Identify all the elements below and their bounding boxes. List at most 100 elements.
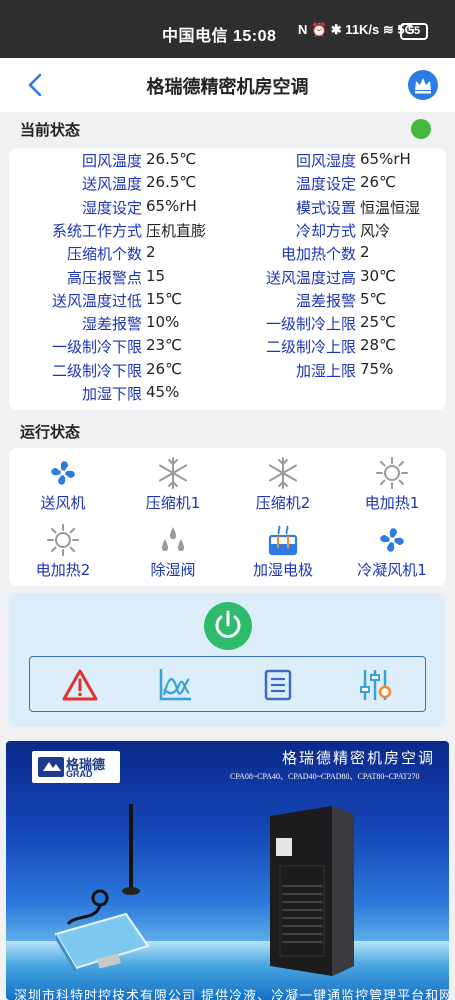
parameter-label: 二级制冷上限 — [265, 338, 356, 357]
parameter-value: 2 — [146, 243, 156, 262]
run-status-label: 送风机 — [40, 494, 86, 512]
parameter-label: 二级制冷下限 — [51, 361, 142, 380]
online-status-indicator — [411, 119, 431, 139]
run-status-label: 加湿电极 — [252, 561, 313, 579]
power-button[interactable] — [204, 602, 252, 650]
chart-icon[interactable] — [155, 665, 195, 705]
parameter-row: 一级制冷下限 23℃ 二级制冷上限 28℃ — [9, 336, 446, 359]
gateway-device-image — [54, 804, 150, 971]
parameter-value: 15 — [146, 266, 166, 285]
status-icons: N ⏰ ✱ 11K/s ≋ 5G — [298, 22, 415, 37]
banner-models: CPA08~CPA40、CPAD40~CPAD80、CPAT80~CPAT270 — [230, 772, 420, 781]
parameter-label: 回风温度 — [81, 152, 142, 170]
parameter-row: 湿度设定 65%rH 模式设置 恒温恒湿 — [9, 197, 446, 220]
parameter-value: 压机直膨 — [146, 221, 207, 240]
parameter-row: 湿差报警 10% 一级制冷上限 25℃ — [9, 313, 446, 336]
settings-sliders-icon[interactable] — [355, 665, 395, 705]
parameter-value: 26℃ — [360, 173, 396, 192]
run-status-item: 送风机 — [13, 456, 113, 513]
run-status-label: 压缩机2 — [255, 494, 311, 512]
parameter-value: 75% — [360, 359, 394, 378]
alarm-icon[interactable] — [60, 665, 100, 705]
parameter-row: 加湿下限 45% — [9, 383, 446, 406]
parameter-label: 高压报警点 — [66, 268, 142, 287]
vip-crown-button[interactable] — [408, 70, 438, 100]
humidifier-icon — [268, 525, 298, 556]
parameter-label: 送风温度过低 — [51, 291, 142, 310]
parameter-value: 26℃ — [146, 359, 182, 378]
run-status-item: 除湿阀 — [123, 523, 223, 580]
control-panel — [9, 593, 446, 727]
page-title: 格瑞德精密机房空调 — [146, 77, 309, 98]
parameter-row: 二级制冷下限 26℃ 加湿上限 75% — [9, 360, 446, 383]
run-status-label: 除湿阀 — [150, 561, 196, 579]
parameter-label: 温差报警 — [295, 291, 356, 310]
carrier-time: 中国电信 15:08 — [162, 28, 277, 45]
parameter-label: 系统工作方式 — [51, 221, 142, 240]
parameter-value: 45% — [146, 383, 180, 401]
parameter-row: 回风温度 26.5℃ 回风湿度 65%rH — [9, 150, 446, 173]
run-status-label: 冷凝风机1 — [357, 561, 427, 579]
droplets-icon — [162, 527, 184, 551]
parameter-label: 湿度设定 — [81, 198, 142, 217]
run-status-label: 电加热2 — [35, 561, 91, 579]
parameter-row: 压缩机个数 2 电加热个数 2 — [9, 243, 446, 266]
parameter-label: 压缩机个数 — [66, 245, 142, 264]
run-status-item: 冷凝风机1 — [342, 523, 442, 580]
parameter-label: 电加热个数 — [280, 245, 356, 264]
current-status-heading: 当前状态 — [20, 121, 81, 139]
parameter-value: 23℃ — [146, 336, 182, 355]
run-status-item: 压缩机1 — [123, 456, 223, 513]
parameter-label: 一级制冷下限 — [51, 338, 142, 357]
parameter-label: 回风湿度 — [295, 152, 356, 170]
app-header: 格瑞德精密机房空调 — [0, 58, 455, 112]
run-status-item: 电加热2 — [13, 523, 113, 580]
parameter-label: 送风温度过高 — [265, 268, 356, 287]
parameter-label: 湿差报警 — [81, 315, 142, 334]
parameter-row: 送风温度过低 15℃ 温差报警 5℃ — [9, 290, 446, 313]
parameter-value: 风冷 — [360, 221, 391, 240]
sun-icon — [376, 457, 408, 489]
snowflake-icon — [159, 457, 187, 489]
fan-icon — [380, 528, 404, 552]
parameter-value: 2 — [360, 243, 370, 262]
crown-icon — [415, 78, 431, 94]
fan-icon — [51, 461, 75, 485]
air-conditioner-cabinet-image — [270, 806, 354, 976]
parameter-value: 30℃ — [360, 266, 396, 285]
function-toolbar — [29, 656, 426, 712]
system-status-bar: 中国电信 15:08 N ⏰ ✱ 11K/s ≋ 5G 55 — [0, 0, 455, 58]
parameter-value: 65%rH — [360, 150, 411, 168]
parameter-row: 高压报警点 15 送风温度过高 30℃ — [9, 267, 446, 290]
parameter-value: 26.5℃ — [146, 150, 197, 168]
brand-logo-subtext: GRAD — [66, 769, 93, 779]
run-status-card: 送风机 压缩机1 压缩机2 电加热1 电加热2 除湿阀 加湿电极 冷凝风机1 — [9, 448, 446, 586]
parameter-label: 冷却方式 — [295, 221, 356, 240]
parameter-value: 10% — [146, 313, 180, 332]
parameter-label: 温度设定 — [295, 175, 356, 194]
run-status-label: 电加热1 — [364, 494, 420, 512]
parameter-label: 加湿上限 — [295, 361, 356, 380]
parameter-value: 15℃ — [146, 289, 182, 308]
parameter-label: 加湿下限 — [81, 385, 142, 403]
run-status-item: 压缩机2 — [233, 456, 333, 513]
snowflake-icon — [269, 457, 297, 489]
parameter-row: 系统工作方式 压机直膨 冷却方式 风冷 — [9, 220, 446, 243]
brand-logo: 格瑞德 GRAD — [32, 751, 120, 783]
parameter-value: 25℃ — [360, 313, 396, 332]
parameter-value: 28℃ — [360, 336, 396, 355]
run-status-item: 电加热1 — [342, 456, 442, 513]
parameter-value: 5℃ — [360, 289, 387, 308]
advertisement-banner[interactable]: 格瑞德 GRAD 格瑞德精密机房空调 CPA08~CPA40、CPAD40~CP… — [6, 741, 449, 1000]
battery-icon: 55 — [400, 23, 428, 40]
run-status-item: 加湿电极 — [233, 523, 333, 580]
parameter-label: 送风温度 — [81, 175, 142, 194]
parameter-row: 送风温度 26.5℃ 温度设定 26℃ — [9, 173, 446, 196]
parameter-card: 回风温度 26.5℃ 回风湿度 65%rH 送风温度 26.5℃ 温度设定 26℃ 湿度设定 65… — [9, 148, 446, 410]
parameter-label: 模式设置 — [295, 198, 356, 217]
power-icon — [215, 610, 241, 638]
parameter-value: 26.5℃ — [146, 173, 197, 192]
banner-footer-text: 深圳市科特时控技术有限公司 提供冷液、冷凝一键通监控管理平台和网关 — [14, 989, 449, 1000]
list-icon[interactable] — [258, 665, 298, 705]
parameter-label: 一级制冷上限 — [265, 315, 356, 334]
